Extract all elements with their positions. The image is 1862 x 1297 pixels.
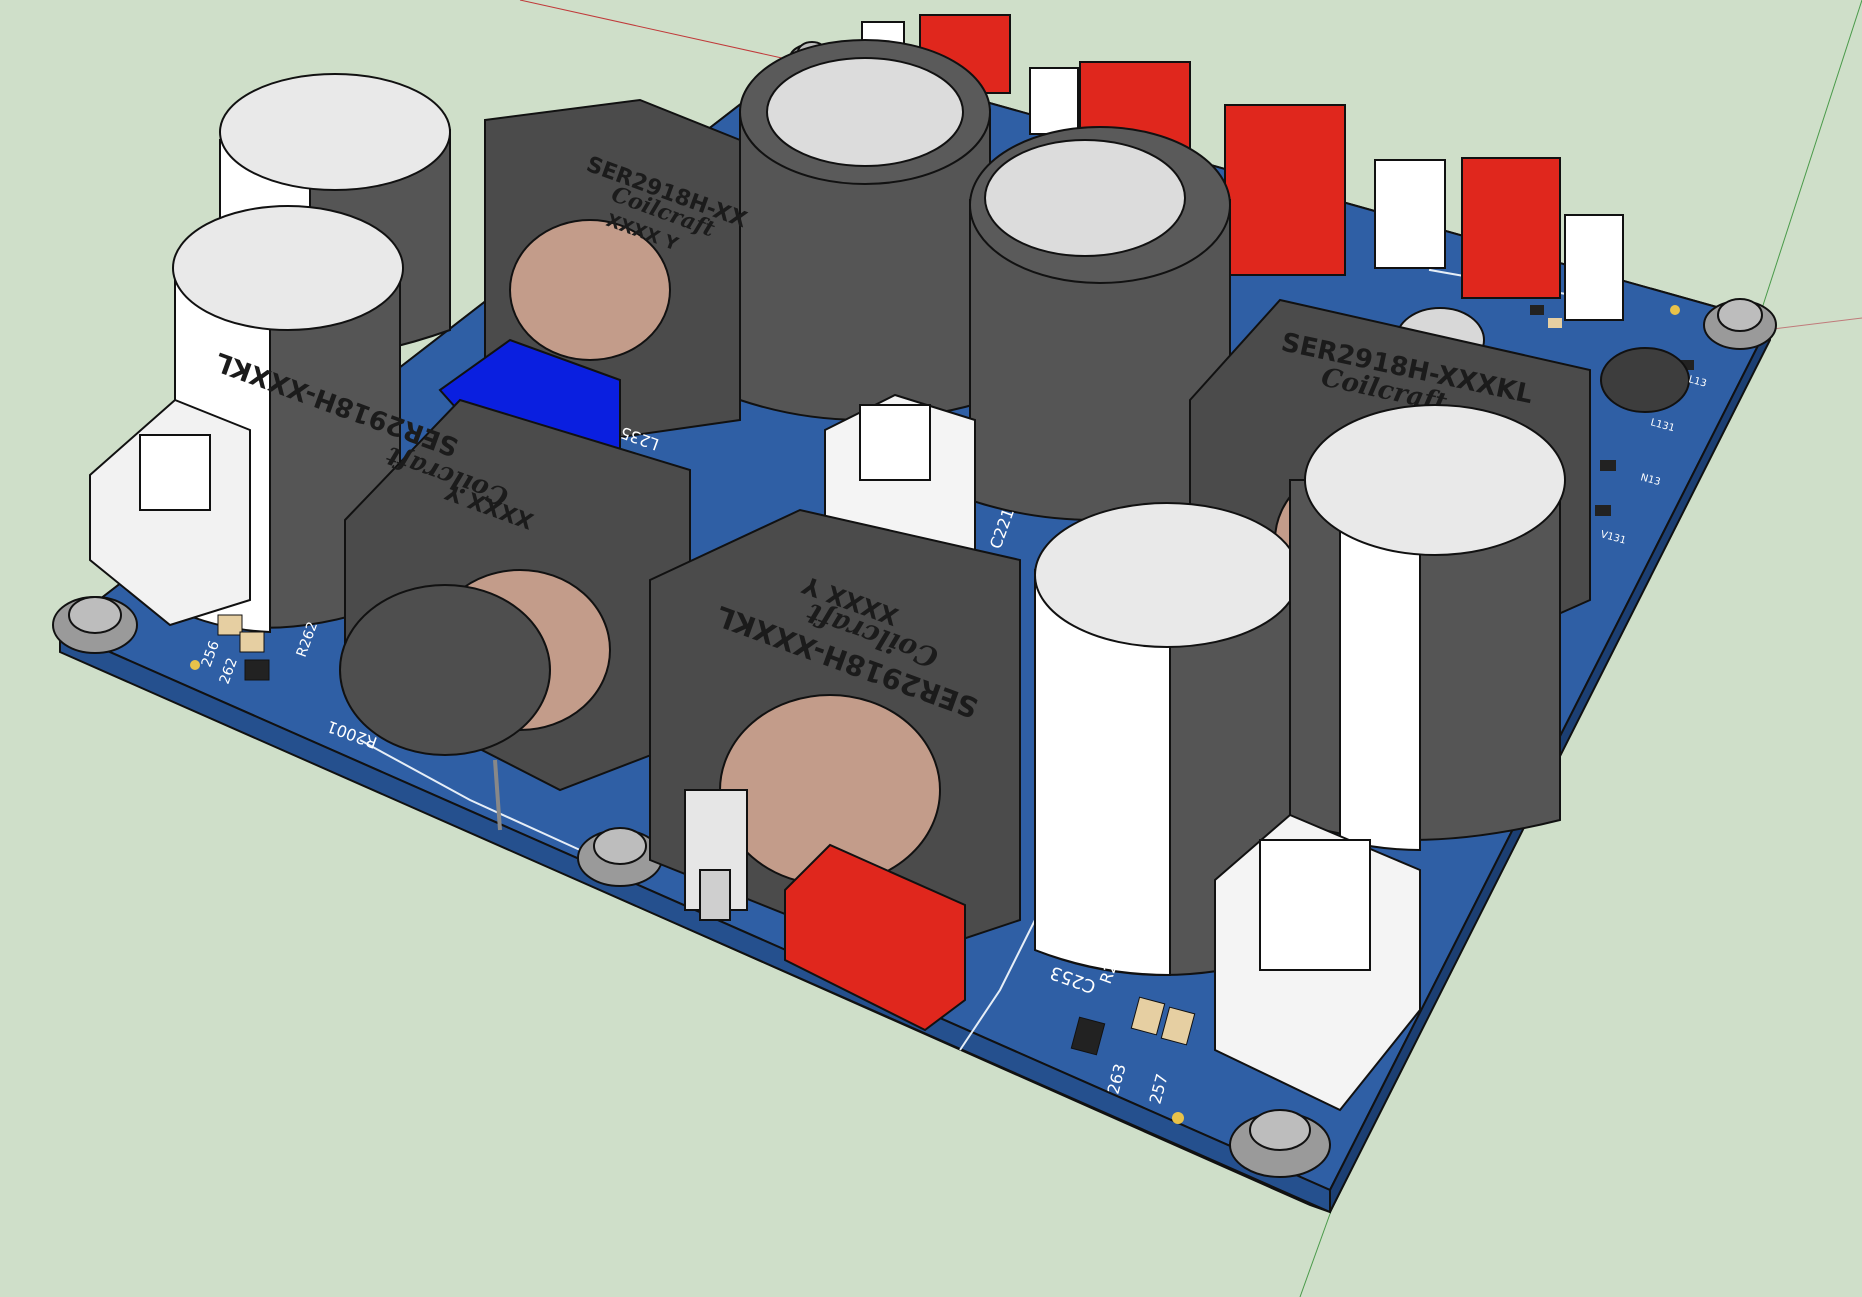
red-film-capacitor bbox=[1224, 104, 1346, 276]
white-header-connector bbox=[1029, 67, 1079, 135]
mounting-hole-front-left bbox=[52, 596, 138, 654]
fiducial-pad bbox=[190, 660, 200, 670]
electrolytic-capacitor-front-right bbox=[1289, 404, 1566, 852]
red-axis-line-right bbox=[1764, 317, 1862, 331]
red-axis-line bbox=[519, 0, 801, 63]
green-axis-line-top bbox=[1754, 0, 1862, 331]
fiducial-pad bbox=[1172, 1112, 1184, 1124]
smd-part bbox=[1595, 505, 1611, 516]
pcb-3d-scene[interactable]: SER2918H-XX Coilcraft XXXX Y SER2918H-XX… bbox=[0, 0, 1862, 1297]
smd-part bbox=[1548, 318, 1562, 328]
green-axis-line-bottom bbox=[1299, 1199, 1336, 1297]
sketchup-3d-viewport[interactable]: SER2918H-XX Coilcraft XXXX Y SER2918H-XX… bbox=[0, 0, 1862, 1297]
red-film-capacitor bbox=[1461, 157, 1561, 299]
front-header-pin bbox=[684, 789, 748, 921]
fiducial-pad bbox=[1670, 305, 1680, 315]
electrolytic-capacitor-back-mid bbox=[739, 39, 991, 421]
smd-part bbox=[1600, 460, 1616, 471]
smd-power-inductor bbox=[1600, 347, 1690, 413]
white-header-connector bbox=[1564, 214, 1624, 321]
white-header-connector bbox=[1374, 159, 1446, 269]
smd-part bbox=[1530, 305, 1544, 315]
